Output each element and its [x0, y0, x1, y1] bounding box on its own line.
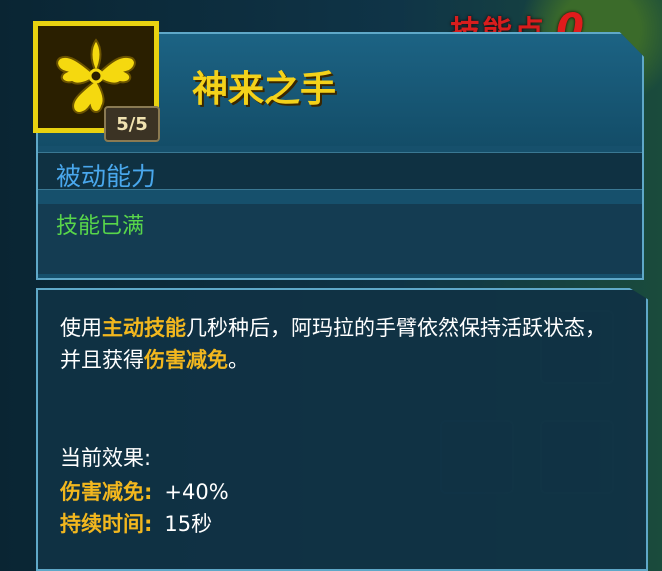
effect-value: 15秒	[164, 512, 213, 536]
effect-label: 持续时间:	[60, 512, 153, 536]
skill-description-panel: 使用主动技能几秒种后，阿玛拉的手臂依然保持活跃状态，并且获得伤害减免。 当前效果…	[36, 288, 648, 571]
description-highlight: 伤害减免	[144, 348, 228, 372]
description-text: 使用	[60, 316, 102, 340]
effect-row: 伤害减免: +40%	[60, 476, 229, 506]
skill-type: 被动能力	[56, 162, 157, 191]
description-text: 。	[228, 348, 249, 372]
skill-type-row: 被动能力	[38, 152, 642, 191]
skill-rank-badge: 5/5	[104, 106, 160, 142]
description-highlight: 主动技能	[102, 316, 186, 340]
effect-label: 伤害减免:	[60, 480, 153, 504]
skill-title: 神来之手	[192, 69, 337, 110]
skill-description: 使用主动技能几秒种后，阿玛拉的手臂依然保持活跃状态，并且获得伤害减免。	[60, 312, 620, 376]
skill-status-row: 技能已满	[38, 204, 642, 274]
effect-row: 持续时间: 15秒	[60, 508, 212, 538]
skill-status: 技能已满	[56, 214, 145, 239]
effects-title: 当前效果:	[60, 446, 152, 470]
effect-value: +40%	[164, 480, 229, 504]
